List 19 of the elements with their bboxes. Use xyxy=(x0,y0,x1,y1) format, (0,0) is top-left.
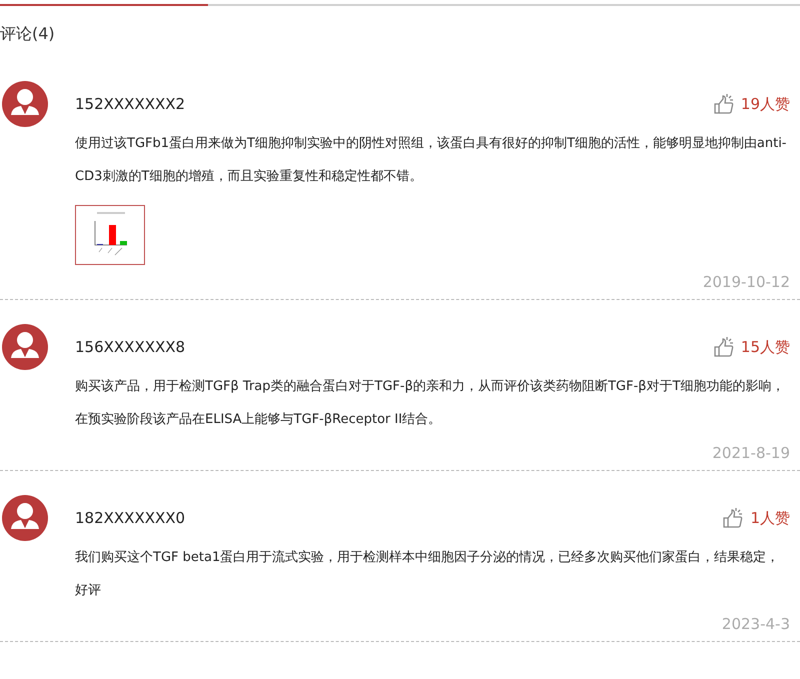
like-count: 15人赞 xyxy=(740,338,790,356)
avatar-icon xyxy=(2,324,48,370)
thumbs-up-icon[interactable] xyxy=(722,507,744,529)
comment-date: 2019-10-12 xyxy=(702,273,790,291)
like-count: 1人赞 xyxy=(750,508,790,528)
thumbs-up-icon[interactable] xyxy=(712,93,735,115)
comment-text: 使用过该TGFb1蛋白用来做为T细胞抑制实验中的阴性对照组，该蛋白具有很好的抑制T细胞的活性，能够明显地抑制由anti-CD3刺激的T细胞的增殖，而且实验重复性和稳定性都不错。 xyxy=(75,135,788,186)
comment-text: 我们购买这个TGF beta1蛋白用于流式实验，用于检测样本中细胞因子分泌的情况，已经多次购买他们家蛋白，结果稳定，好评 xyxy=(75,549,780,600)
thumbs-up-icon[interactable] xyxy=(712,336,735,358)
comments-heading: 评论(4) xyxy=(0,24,56,45)
user-name: 156XXXXXXX8 xyxy=(75,338,186,356)
like-count: 19人赞 xyxy=(740,94,790,114)
comment-date: 2021-8-19 xyxy=(711,444,790,462)
user-name: 152XXXXXXX2 xyxy=(75,95,186,113)
avatar-icon xyxy=(2,81,48,127)
user-name: 182XXXXXXX0 xyxy=(75,509,186,527)
avatar-icon xyxy=(2,495,48,541)
comment-date: 2023-4-3 xyxy=(720,615,790,633)
comment-text: 购买该产品，用于检测TGFβ Trap类的融合蛋白对于TGF-β的亲和力，从而评价该类药物阻断TGF-β对于T细胞功能的影响，在预实验阶段该产品在ELISA上能够与TGF-βReceptor II结合。 xyxy=(75,378,786,429)
